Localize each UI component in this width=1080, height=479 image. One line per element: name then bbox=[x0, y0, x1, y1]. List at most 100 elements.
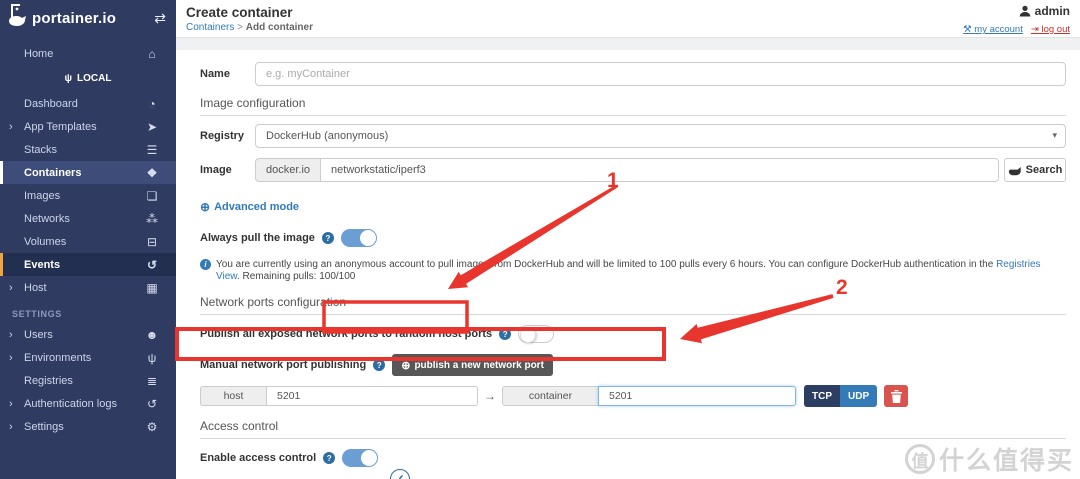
publish-all-row: Publish all exposed network ports to ran… bbox=[200, 325, 1080, 343]
always-pull-toggle[interactable] bbox=[340, 229, 377, 247]
user-box: admin ⚒ my account ⇥ log out bbox=[963, 4, 1070, 35]
database-icon: ≣ bbox=[146, 373, 158, 388]
sitemap-icon: ⁂ bbox=[146, 211, 158, 226]
brand-name: portainer.io bbox=[32, 9, 117, 27]
sidebar-environment-local[interactable]: ψ LOCAL bbox=[0, 67, 176, 89]
pull-limit-info: i You are currently using an anonymous a… bbox=[200, 259, 1066, 283]
sidebar-item-label: Containers bbox=[24, 166, 82, 179]
help-icon[interactable]: ? bbox=[323, 452, 336, 464]
log-out-link[interactable]: ⇥ log out bbox=[1031, 24, 1070, 35]
publish-new-port-button[interactable]: ⊕ publish a new network port bbox=[392, 354, 553, 376]
manual-publish-label: Manual network port publishing bbox=[200, 359, 367, 371]
chevron-right-icon: › bbox=[9, 351, 13, 364]
sidebar-item-label: Events bbox=[24, 258, 61, 271]
info-icon: i bbox=[200, 259, 211, 270]
home-icon: ⌂ bbox=[148, 46, 156, 61]
manual-publish-row: Manual network port publishing ? ⊕ publi… bbox=[200, 354, 1080, 376]
sidebar-item-settings[interactable]: › Settings ⚙ bbox=[0, 415, 176, 438]
layers-icon: ❏ bbox=[146, 188, 158, 203]
arrow-right-icon: → bbox=[484, 389, 496, 403]
help-icon[interactable]: ? bbox=[373, 359, 386, 371]
sidebar-item-label: Stacks bbox=[24, 143, 58, 156]
chevron-right-icon: › bbox=[9, 328, 13, 341]
sidebar-section-settings-section: SETTINGS bbox=[12, 309, 62, 319]
image-label: Image bbox=[200, 164, 232, 176]
rocket-icon: ➤ bbox=[146, 119, 158, 134]
udp-button[interactable]: UDP bbox=[840, 385, 878, 407]
sign-out-icon: ⇥ bbox=[1030, 24, 1039, 35]
sidebar-item-label: Users bbox=[24, 328, 53, 341]
sidebar-item-label: Registries bbox=[24, 374, 73, 387]
port-mapping-row: host → container TCP UDP bbox=[200, 385, 1080, 407]
help-icon[interactable]: ? bbox=[321, 232, 334, 244]
sidebar-item-users[interactable]: › Users ☻ bbox=[0, 323, 176, 346]
host-port-input[interactable] bbox=[266, 386, 478, 406]
sidebar-item-volumes[interactable]: Volumes ⊟ bbox=[0, 230, 176, 253]
sidebar-item-home[interactable]: Home ⌂ bbox=[0, 42, 176, 65]
sidebar-item-containers[interactable]: Containers ❖ bbox=[0, 161, 176, 184]
sidebar-item-app-templates[interactable]: › App Templates ➤ bbox=[0, 115, 176, 138]
sidebar-item-label: Environments bbox=[24, 351, 92, 364]
switch-environment-icon[interactable]: ⇄ bbox=[154, 10, 166, 27]
wrench-icon: ⚒ bbox=[963, 24, 972, 35]
image-row: Image docker.io Search bbox=[200, 158, 1066, 182]
history-icon: ↺ bbox=[146, 396, 158, 411]
plus-circle-icon: ⊕ bbox=[401, 359, 411, 372]
hdd-icon: ⊟ bbox=[146, 234, 158, 249]
sidebar-item-authentication-logs[interactable]: › Authentication logs ↺ bbox=[0, 392, 176, 415]
sidebar-item-networks[interactable]: Networks ⁂ bbox=[0, 207, 176, 230]
host-addon: host bbox=[200, 386, 266, 406]
chevron-right-icon: › bbox=[9, 397, 13, 410]
help-icon[interactable]: ? bbox=[499, 328, 512, 340]
check-badge-icon: ✓ bbox=[389, 469, 410, 479]
sidebar-item-label: App Templates bbox=[24, 120, 97, 133]
registry-select[interactable]: DockerHub (anonymous) ▾ bbox=[255, 124, 1066, 148]
registry-row: Registry DockerHub (anonymous) ▾ bbox=[200, 124, 1066, 148]
create-container-form: Name Image configuration Registry Docker… bbox=[176, 50, 1080, 479]
gauge-icon: ◔ bbox=[148, 96, 156, 111]
publish-all-toggle[interactable] bbox=[518, 325, 555, 343]
chevron-right-icon: › bbox=[9, 120, 13, 133]
name-label: Name bbox=[200, 68, 230, 80]
container-port-input[interactable] bbox=[598, 386, 796, 406]
globe-icon: ⊕ bbox=[200, 200, 211, 214]
image-input[interactable] bbox=[320, 158, 999, 182]
search-button[interactable]: Search bbox=[1004, 158, 1066, 182]
sidebar-item-stacks[interactable]: Stacks ☰ bbox=[0, 138, 176, 161]
sidebar-item-registries[interactable]: Registries ≣ bbox=[0, 369, 176, 392]
cubes-icon: ❖ bbox=[146, 165, 158, 180]
sidebar-item-host[interactable]: › Host ▦ bbox=[0, 276, 176, 299]
tcp-button[interactable]: TCP bbox=[804, 385, 840, 407]
sidebar-item-images[interactable]: Images ❏ bbox=[0, 184, 176, 207]
name-input[interactable] bbox=[255, 62, 1066, 86]
logo-row: portainer.io ⇄ bbox=[0, 0, 176, 36]
sidebar-item-label: Networks bbox=[24, 212, 70, 225]
delete-port-button[interactable] bbox=[884, 385, 909, 407]
sidebar-item-events[interactable]: Events ↺ bbox=[0, 253, 176, 276]
always-pull-label: Always pull the image bbox=[200, 232, 315, 244]
gears-icon: ⚙ bbox=[146, 419, 158, 434]
publish-all-label: Publish all exposed network ports to ran… bbox=[200, 328, 493, 340]
portainer-whale-logo-icon bbox=[8, 3, 28, 33]
main-area: Create container Containers > Add contai… bbox=[176, 0, 1080, 479]
sidebar-item-label: Dashboard bbox=[24, 97, 78, 110]
sidebar-item-environments[interactable]: › Environments ψ bbox=[0, 346, 176, 369]
grid-icon: ▦ bbox=[146, 280, 158, 295]
breadcrumb-current: Add container bbox=[245, 22, 313, 33]
breadcrumb-separator: > bbox=[237, 22, 243, 33]
image-registry-addon: docker.io bbox=[255, 158, 321, 182]
advanced-mode-link[interactable]: ⊕ Advanced mode bbox=[200, 200, 299, 214]
chevron-down-icon: ▾ bbox=[1052, 130, 1057, 140]
history-icon: ↺ bbox=[146, 257, 158, 272]
chevron-right-icon: › bbox=[9, 281, 13, 294]
protocol-group: TCP UDP bbox=[804, 385, 878, 407]
enable-access-toggle[interactable] bbox=[342, 449, 379, 467]
sidebar: portainer.io ⇄ Home ⌂ ψ LOCAL Dashboard ◔… bbox=[0, 0, 176, 479]
user-icon bbox=[1019, 5, 1031, 17]
image-configuration-title: Image configuration bbox=[200, 96, 1066, 116]
sidebar-item-dashboard[interactable]: Dashboard ◔ bbox=[0, 92, 176, 115]
breadcrumb-containers-link[interactable]: Containers bbox=[186, 22, 234, 33]
registry-label: Registry bbox=[200, 130, 245, 142]
my-account-link[interactable]: ⚒ my account bbox=[963, 24, 1023, 35]
network-ports-title: Network ports configuration bbox=[200, 295, 1066, 315]
